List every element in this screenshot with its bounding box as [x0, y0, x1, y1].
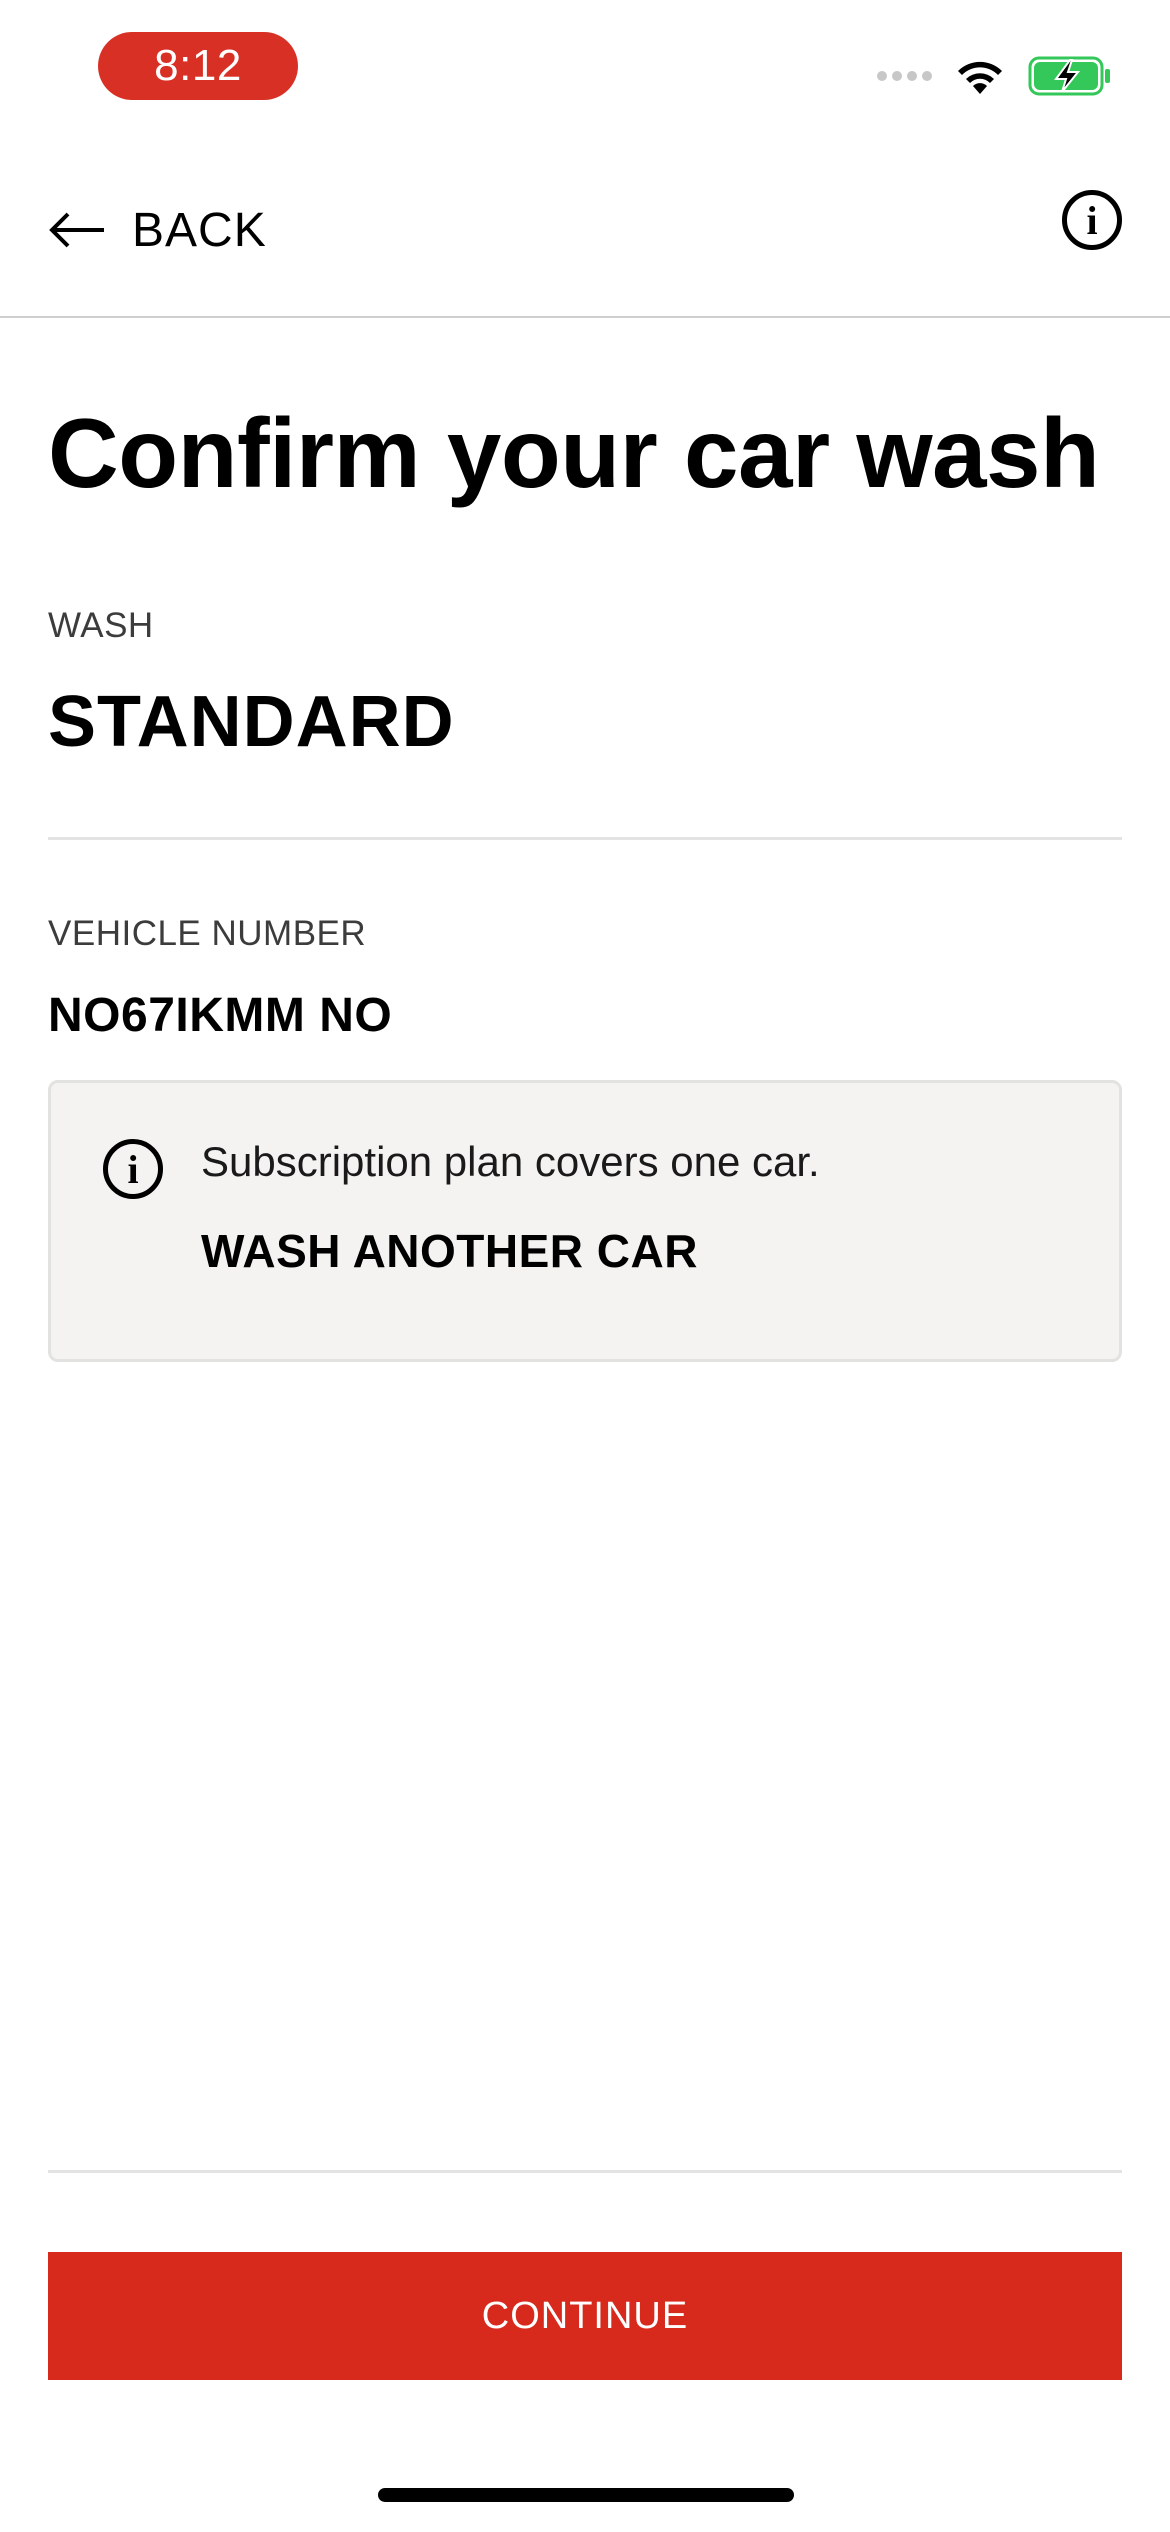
- info-icon: i: [103, 1139, 163, 1199]
- wifi-icon: [958, 61, 1002, 94]
- home-indicator[interactable]: [378, 2488, 794, 2502]
- battery-charging-icon: [1028, 56, 1110, 96]
- status-bar: 8:12: [0, 0, 1170, 140]
- page-title: Confirm your car wash: [48, 398, 1100, 508]
- divider: [48, 837, 1122, 840]
- footer-divider: [48, 2170, 1122, 2173]
- vehicle-number-label: VEHICLE NUMBER: [48, 914, 367, 953]
- notice-text: Subscription plan covers one car.: [201, 1138, 820, 1185]
- signal-dots-icon: [872, 71, 932, 81]
- wash-label: WASH: [48, 606, 154, 645]
- status-icons: [872, 52, 1112, 100]
- subscription-notice: i Subscription plan covers one car. WASH…: [48, 1080, 1122, 1362]
- back-label: BACK: [132, 203, 267, 257]
- info-icon: i: [1086, 198, 1098, 243]
- back-button[interactable]: BACK: [48, 190, 267, 270]
- status-time: 8:12: [98, 32, 298, 100]
- continue-button[interactable]: CONTINUE: [48, 2252, 1122, 2380]
- confirm-car-wash-screen: 8:12 BACK i Confirm your car wash WASH S…: [0, 0, 1170, 2532]
- vehicle-number-value: NO67IKMM NO: [48, 989, 393, 1042]
- wash-another-car-link[interactable]: WASH ANOTHER CAR: [201, 1223, 698, 1279]
- nav-header: BACK i: [0, 160, 1170, 318]
- wash-value: STANDARD: [48, 682, 455, 762]
- arrow-left-icon: [49, 212, 104, 248]
- info-button[interactable]: i: [1062, 190, 1122, 250]
